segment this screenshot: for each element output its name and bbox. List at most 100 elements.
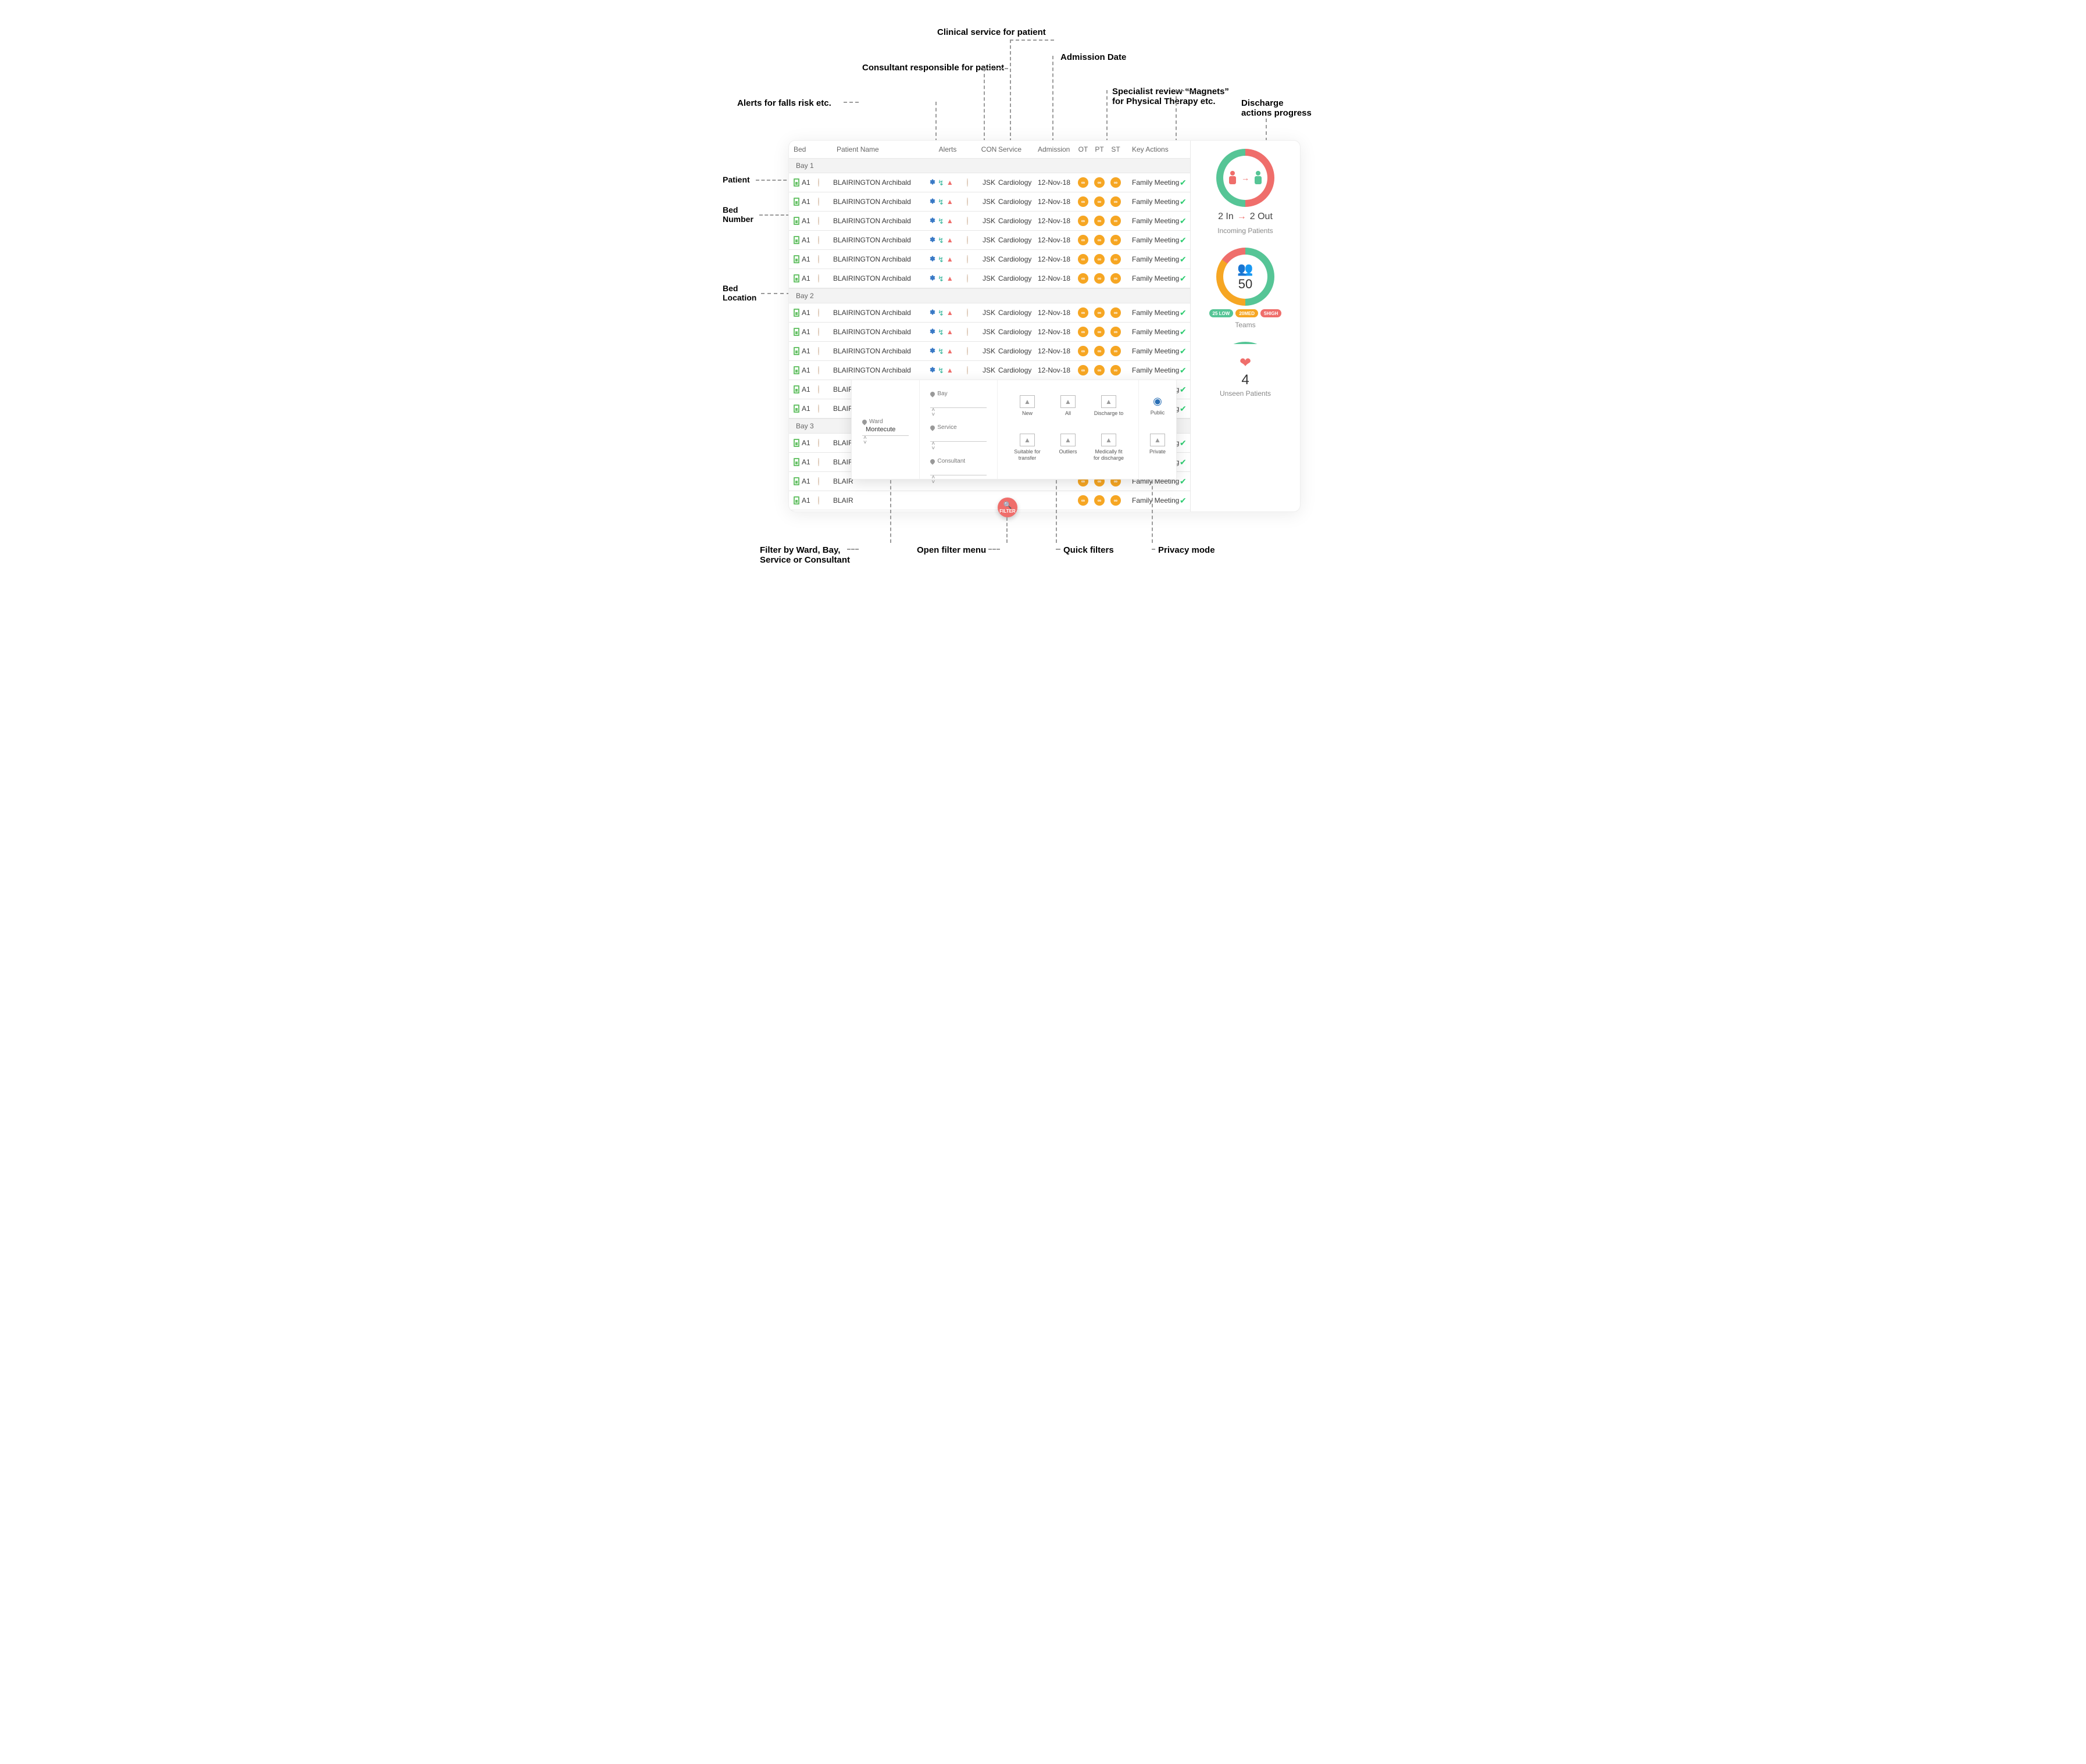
ot-magnet[interactable]: ∞ [1078, 235, 1088, 245]
bed-number: A1 [802, 385, 810, 393]
qf-all[interactable]: ▲All [1049, 395, 1087, 430]
table-row[interactable]: A1 BLAIRINGTON Archibald ↯ ▲ JSK Cardiol… [789, 323, 1190, 342]
gear-icon [928, 328, 935, 337]
st-magnet[interactable]: ∞ [1110, 254, 1121, 264]
consultant-avatar [967, 347, 968, 355]
incoming-ring[interactable]: → [1216, 149, 1274, 207]
pt-magnet[interactable]: ∞ [1094, 273, 1105, 284]
qf-outliers[interactable]: ▲Outliers [1049, 434, 1087, 468]
stepper-icon[interactable]: ˄˅ [930, 475, 987, 485]
check-icon: ✔ [1180, 496, 1190, 506]
consultant-avatar [967, 309, 968, 317]
st-magnet[interactable]: ∞ [1110, 346, 1121, 356]
ot-magnet[interactable]: ∞ [1078, 216, 1088, 226]
patient-avatar [818, 458, 819, 466]
filter-bay[interactable]: Bay ˄˅ [930, 391, 987, 417]
st-magnet[interactable]: ∞ [1110, 273, 1121, 284]
bed-number: A1 [802, 328, 810, 336]
unseen-card[interactable]: ❤ 4 Unseen Patients [1213, 342, 1277, 398]
st-magnet[interactable]: ∞ [1110, 495, 1121, 506]
filter-service[interactable]: Service ˄˅ [930, 424, 987, 451]
key-action: Family Meeting [1124, 198, 1180, 206]
ot-magnet[interactable]: ∞ [1078, 177, 1088, 188]
patient-avatar [818, 309, 819, 317]
pin-icon [930, 458, 936, 464]
gear-icon [928, 309, 935, 317]
patient-avatar [818, 274, 819, 282]
table-row[interactable]: A1 BLAIR ∞ ∞ ∞ Family Meeting ✔ [789, 491, 1190, 510]
qf-new[interactable]: ▲New [1008, 395, 1046, 430]
st-magnet[interactable]: ∞ [1110, 216, 1121, 226]
table-row[interactable]: A1 BLAIR ∞ ∞ ∞ Family Meeting ✔ [789, 510, 1190, 511]
pt-magnet[interactable]: ∞ [1094, 216, 1105, 226]
stepper-icon[interactable]: ˄˅ [862, 436, 909, 445]
table-row[interactable]: A1 BLAIRINGTON Archibald ↯ ▲ JSK Cardiol… [789, 250, 1190, 269]
bed-number: A1 [802, 217, 810, 225]
col-st: ST [1108, 145, 1124, 153]
pt-magnet[interactable]: ∞ [1094, 346, 1105, 356]
teams-ring[interactable]: 👥 50 [1216, 248, 1274, 306]
qf-discharge-to[interactable]: ▲Discharge to [1090, 395, 1128, 430]
bed-icon [794, 236, 799, 244]
st-magnet[interactable]: ∞ [1110, 365, 1121, 375]
ot-magnet[interactable]: ∞ [1078, 346, 1088, 356]
privacy-private[interactable]: ▲Private [1149, 434, 1166, 468]
falls-risk-icon: ↯ [938, 237, 944, 244]
bay-header[interactable]: Bay 1 [789, 158, 1190, 173]
col-ot: OT [1075, 145, 1091, 153]
filter-fab[interactable]: 🔍 FILTER [998, 498, 1017, 517]
ot-magnet[interactable]: ∞ [1078, 327, 1088, 337]
bay-header[interactable]: Bay 2 [789, 288, 1190, 303]
filter-consultant[interactable]: Consultant ˄˅ [930, 458, 987, 485]
st-magnet[interactable]: ∞ [1110, 196, 1121, 207]
key-action: Family Meeting [1124, 347, 1180, 355]
st-magnet[interactable]: ∞ [1110, 307, 1121, 318]
bed-cell: A1 [794, 496, 818, 504]
ot-magnet[interactable]: ∞ [1078, 273, 1088, 284]
check-icon: ✔ [1180, 404, 1190, 414]
pt-magnet[interactable]: ∞ [1094, 177, 1105, 188]
pin-icon [930, 391, 936, 397]
ot-magnet[interactable]: ∞ [1078, 254, 1088, 264]
ot-magnet[interactable]: ∞ [1078, 365, 1088, 375]
ot-magnet[interactable]: ∞ [1078, 196, 1088, 207]
table-row[interactable]: A1 BLAIRINGTON Archibald ↯ ▲ JSK Cardiol… [789, 192, 1190, 212]
pt-magnet[interactable]: ∞ [1094, 307, 1105, 318]
table-row[interactable]: A1 BLAIRINGTON Archibald ↯ ▲ JSK Cardiol… [789, 269, 1190, 288]
unseen-gauge [1213, 342, 1277, 344]
table-row[interactable]: A1 BLAIRINGTON Archibald ↯ ▲ JSK Cardiol… [789, 342, 1190, 361]
incoming-label: Incoming Patients [1217, 227, 1273, 235]
ot-magnet[interactable]: ∞ [1078, 307, 1088, 318]
gear-icon [928, 198, 935, 206]
pt-magnet[interactable]: ∞ [1094, 365, 1105, 375]
gear-icon [928, 236, 935, 245]
table-row[interactable]: A1 BLAIRINGTON Archibald ↯ ▲ JSK Cardiol… [789, 361, 1190, 380]
pt-magnet[interactable]: ∞ [1094, 495, 1105, 506]
st-magnet[interactable]: ∞ [1110, 235, 1121, 245]
ot-magnet[interactable]: ∞ [1078, 495, 1088, 506]
qf-medically-fit[interactable]: ▲Medically fit for discharge [1090, 434, 1128, 468]
incoming-inout: 2 In → 2 Out [1218, 212, 1273, 222]
filter-ward[interactable]: Ward Montecute ˄˅ [862, 418, 909, 445]
bed-icon [794, 439, 799, 447]
annotated-screenshot: Clinical service for patient Admission D… [695, 0, 1391, 588]
table-row[interactable]: A1 BLAIRINGTON Archibald ↯ ▲ JSK Cardiol… [789, 231, 1190, 250]
bed-cell: A1 [794, 458, 818, 466]
privacy-public[interactable]: ◉Public [1151, 395, 1165, 430]
table-row[interactable]: A1 BLAIRINGTON Archibald ↯ ▲ JSK Cardiol… [789, 303, 1190, 323]
st-magnet[interactable]: ∞ [1110, 177, 1121, 188]
pt-magnet[interactable]: ∞ [1094, 254, 1105, 264]
falls-risk-icon: ↯ [938, 198, 944, 206]
qf-suitable-for-transfer[interactable]: ▲Suitable for transfer [1008, 434, 1046, 468]
stepper-icon[interactable]: ˄˅ [930, 442, 987, 451]
table-row[interactable]: A1 BLAIRINGTON Archibald ↯ ▲ JSK Cardiol… [789, 173, 1190, 192]
pt-magnet[interactable]: ∞ [1094, 196, 1105, 207]
privacy-toggle: ◉Public ▲Private [1138, 380, 1176, 479]
consultant-avatar [967, 274, 968, 282]
st-magnet[interactable]: ∞ [1110, 327, 1121, 337]
pt-magnet[interactable]: ∞ [1094, 327, 1105, 337]
stepper-icon[interactable]: ˄˅ [930, 408, 987, 417]
pt-magnet[interactable]: ∞ [1094, 235, 1105, 245]
table-row[interactable]: A1 BLAIRINGTON Archibald ↯ ▲ JSK Cardiol… [789, 212, 1190, 231]
patient-name: BLAIRINGTON Archibald [833, 347, 928, 355]
